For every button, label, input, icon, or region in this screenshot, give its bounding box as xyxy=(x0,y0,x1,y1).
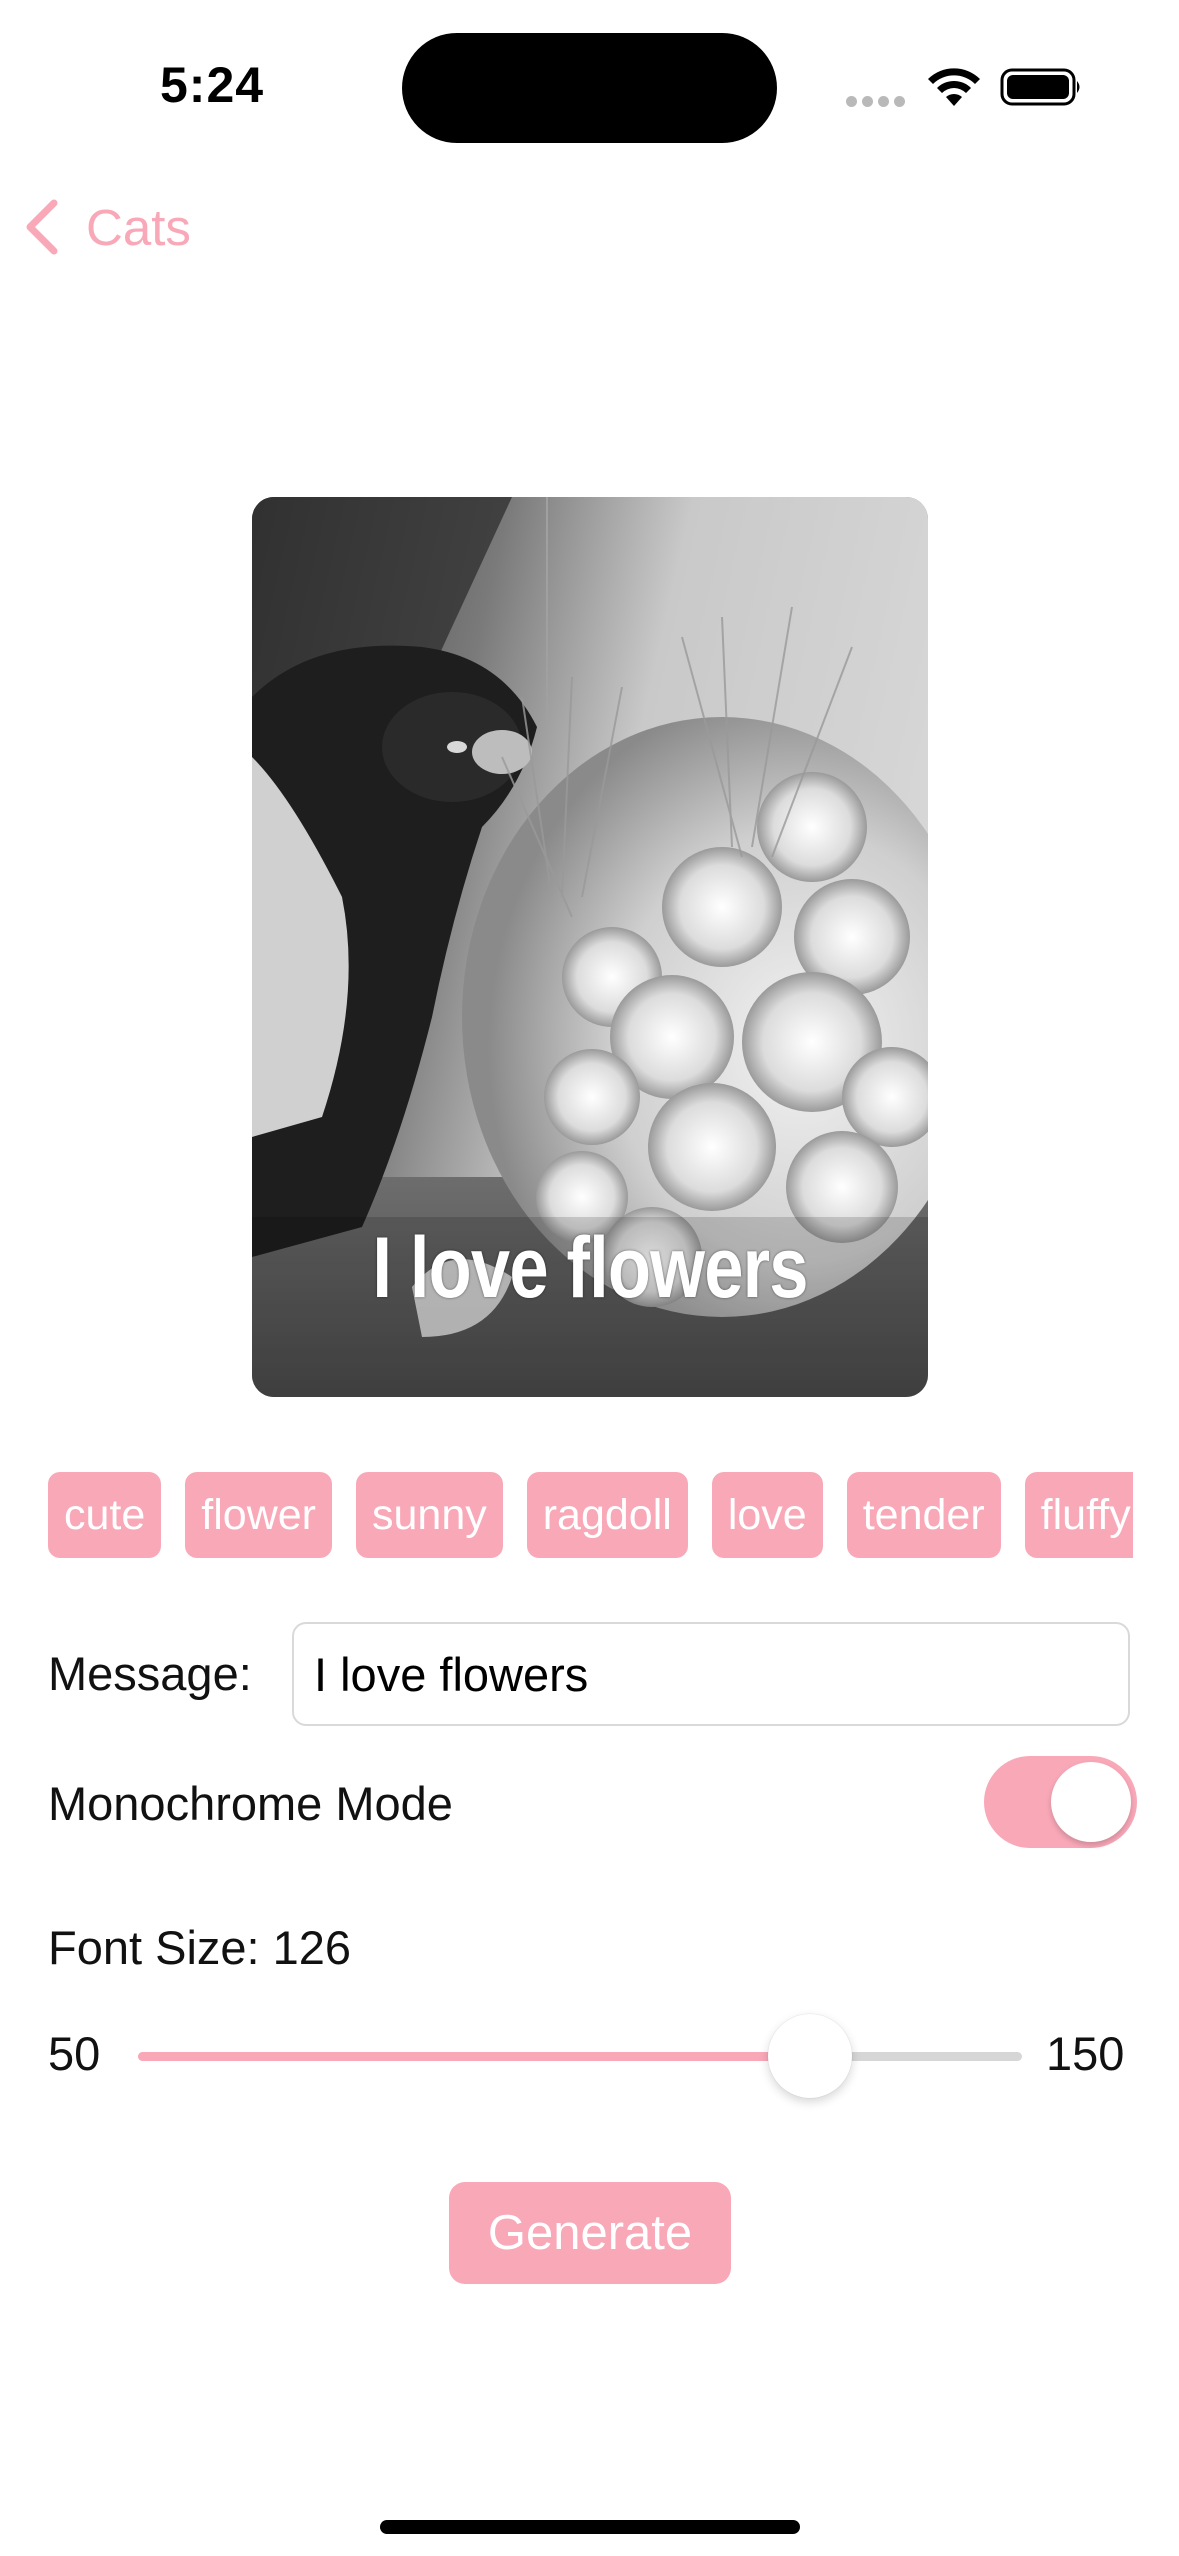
monochrome-mode-label: Monochrome Mode xyxy=(48,1777,453,1830)
wifi-icon xyxy=(928,68,980,106)
tag-chip[interactable]: tender xyxy=(846,1472,1001,1558)
slider-thumb[interactable] xyxy=(767,2014,852,2098)
slider-max-label: 150 xyxy=(1046,2027,1125,2080)
back-label: Cats xyxy=(86,198,191,256)
tag-chip[interactable]: cute xyxy=(48,1472,162,1558)
dynamic-island xyxy=(402,33,777,143)
battery-icon xyxy=(1000,68,1080,106)
message-input[interactable] xyxy=(292,1622,1130,1726)
chevron-left-icon xyxy=(26,199,58,255)
status-time: 5:24 xyxy=(160,57,265,113)
message-label: Message: xyxy=(48,1647,252,1700)
monochrome-toggle[interactable] xyxy=(984,1756,1137,1848)
tag-chip[interactable]: flower xyxy=(185,1472,332,1558)
tag-chip[interactable]: ragdoll xyxy=(526,1472,688,1558)
slider-fill xyxy=(138,2052,810,2061)
meme-caption: I love flowers xyxy=(372,1220,808,1316)
cellular-signal-icon xyxy=(846,96,906,108)
status-icons xyxy=(846,66,1086,108)
font-size-label: Font Size: 126 xyxy=(48,1921,352,1974)
meme-preview-image: I love flowers xyxy=(252,497,928,1397)
slider-min-label: 50 xyxy=(48,2027,101,2080)
toggle-knob xyxy=(1051,1762,1131,1842)
tag-chip[interactable]: sunny xyxy=(355,1472,503,1558)
font-size-slider[interactable] xyxy=(138,2014,1022,2098)
back-button[interactable]: Cats xyxy=(22,192,191,262)
tags-row[interactable]: cute flower sunny ragdoll love tender fl… xyxy=(48,1472,1133,1558)
tag-chip[interactable]: fluffy xyxy=(1024,1472,1133,1558)
tag-chip[interactable]: love xyxy=(711,1472,823,1558)
home-indicator xyxy=(380,2520,800,2534)
generate-button[interactable]: Generate xyxy=(449,2182,731,2284)
